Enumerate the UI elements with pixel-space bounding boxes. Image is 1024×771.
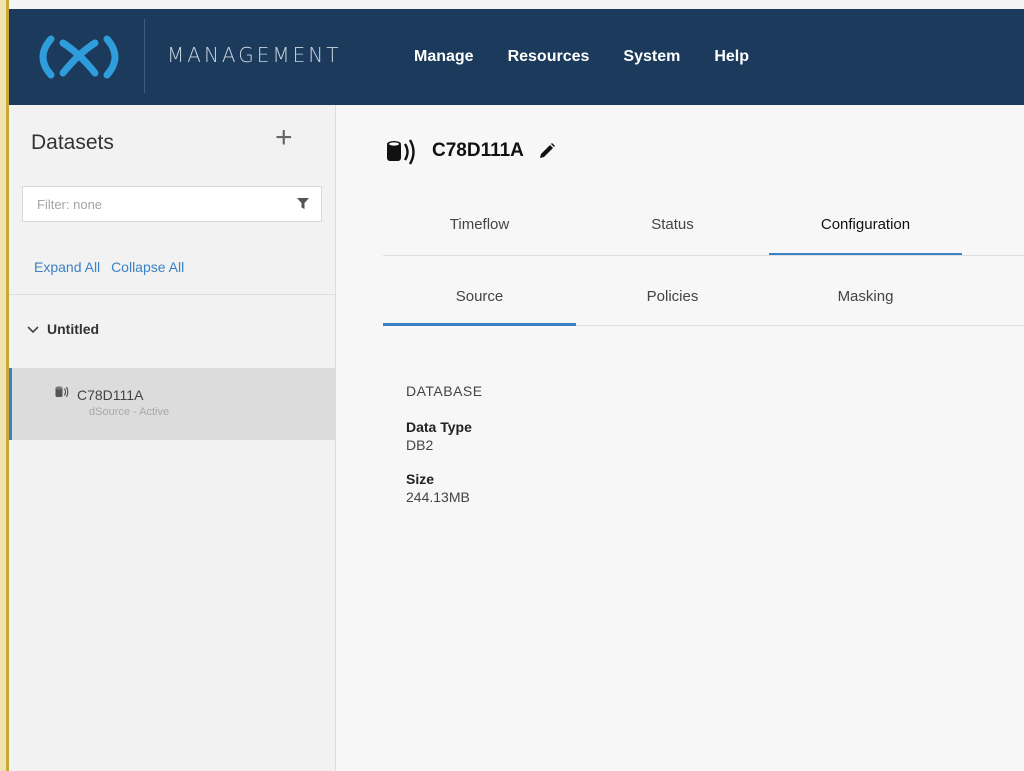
- tab-bar: Timeflow Status Configuration: [383, 203, 1024, 256]
- subtab-bar: Source Policies Masking: [383, 273, 1024, 326]
- sidebar-divider: [9, 294, 335, 295]
- nav-manage[interactable]: Manage: [414, 48, 474, 66]
- nav-help[interactable]: Help: [714, 48, 749, 66]
- size-value: 244.13MB: [406, 489, 470, 505]
- nav-system[interactable]: System: [623, 48, 680, 66]
- page-title: C78D111A: [432, 140, 524, 161]
- group-untitled[interactable]: Untitled: [27, 321, 99, 337]
- logo-divider: [144, 19, 145, 93]
- top-bar: MANAGEMENT Manage Resources System Help: [9, 9, 1024, 105]
- database-icon: [387, 139, 415, 165]
- subtab-masking[interactable]: Masking: [769, 273, 962, 325]
- data-type-value: DB2: [406, 437, 434, 453]
- expand-collapse-links: Expand All Collapse All: [34, 259, 191, 275]
- main-panel: C78D111A Timeflow Status Configuration S…: [336, 105, 1024, 771]
- group-label: Untitled: [47, 321, 100, 337]
- tab-timeflow[interactable]: Timeflow: [383, 203, 576, 255]
- plus-icon[interactable]: +: [275, 121, 293, 155]
- section-heading: DATABASE: [406, 383, 483, 399]
- tab-configuration[interactable]: Configuration: [769, 203, 962, 255]
- database-icon: [55, 386, 69, 398]
- data-type-label: Data Type: [406, 419, 472, 435]
- nav-resources[interactable]: Resources: [508, 48, 590, 66]
- filter-field[interactable]: [22, 186, 322, 222]
- tab-status[interactable]: Status: [576, 203, 769, 255]
- app-name: MANAGEMENT: [167, 43, 342, 67]
- dataset-name: C78D111A: [77, 387, 144, 403]
- logo-icon: [39, 35, 119, 79]
- subtab-source[interactable]: Source: [383, 273, 576, 326]
- main-nav: Manage Resources System Help: [414, 9, 783, 105]
- filter-input[interactable]: [35, 196, 279, 213]
- database-details: DATABASE Data Type DB2 Size 244.13MB: [406, 383, 483, 523]
- sidebar-title: Datasets: [31, 131, 114, 154]
- filter-icon[interactable]: [297, 198, 309, 210]
- pencil-icon[interactable]: [538, 142, 556, 160]
- dataset-item[interactable]: C78D111A dSource - Active: [9, 368, 335, 440]
- expand-all-link[interactable]: Expand All: [34, 259, 100, 275]
- dataset-status: dSource - Active: [89, 406, 170, 418]
- page-header: C78D111A: [386, 137, 556, 165]
- window-edge: [0, 0, 9, 771]
- subtab-policies[interactable]: Policies: [576, 273, 769, 325]
- datasets-sidebar: Datasets + Expand All Collapse All Untit…: [9, 105, 336, 771]
- chevron-down-icon: [27, 326, 39, 334]
- collapse-all-link[interactable]: Collapse All: [111, 259, 184, 275]
- size-label: Size: [406, 471, 435, 487]
